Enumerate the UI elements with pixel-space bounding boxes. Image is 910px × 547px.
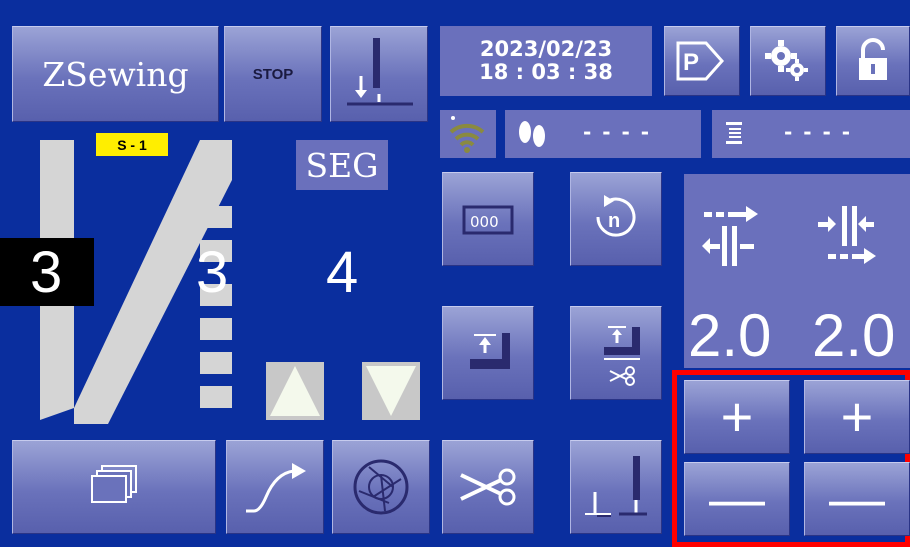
time-text: 18 : 03 : 38	[479, 60, 613, 84]
foot-icon	[519, 121, 545, 147]
feed-reverse-icon	[818, 206, 876, 264]
stitch-left-plus-button[interactable]: +	[684, 380, 790, 454]
wifi-status	[440, 110, 496, 158]
thread-count-display: - - - -	[712, 110, 910, 158]
stitch-right-value: 2.0	[812, 302, 896, 369]
lock-button[interactable]	[836, 26, 910, 96]
foot-count-text: - - - -	[583, 120, 652, 144]
scissors-button[interactable]	[442, 440, 534, 534]
stitch-right-minus-button[interactable]: —	[804, 462, 910, 536]
pages-button[interactable]	[12, 440, 216, 534]
plus-label: +	[840, 385, 874, 448]
trim-lift-button[interactable]	[570, 306, 662, 400]
counter-icon: 000	[462, 205, 514, 235]
settings-button[interactable]	[750, 26, 826, 96]
needle-position-button[interactable]	[330, 26, 428, 122]
seg-up-button[interactable]	[266, 362, 324, 420]
needle-icon	[585, 456, 647, 517]
thread-count-text: - - - -	[784, 120, 853, 144]
aperture-icon	[353, 459, 409, 515]
thread-icon	[726, 122, 742, 144]
needle-button[interactable]	[570, 440, 662, 534]
settings-icon	[765, 40, 808, 81]
presser-up-button[interactable]	[442, 306, 534, 400]
minus-label: —	[829, 467, 885, 530]
trim-lift-icon	[604, 326, 640, 386]
repeat-icon: n	[596, 195, 636, 237]
pages-icon	[91, 465, 137, 503]
program-icon: P	[676, 41, 725, 81]
svg-text:P: P	[683, 49, 699, 76]
seg-bar-6	[200, 386, 232, 408]
feed-forward-icon	[702, 206, 758, 266]
datetime-display: 2023/02/23 18 : 03 : 38	[440, 26, 652, 96]
needle-down-icon	[347, 38, 413, 106]
seg-bar-5	[200, 352, 232, 374]
sewing-panel: ZSewing STOP 2023/02/23 18 : 03 : 38 P -…	[0, 0, 910, 547]
date-text: 2023/02/23	[479, 37, 613, 61]
seg-bar-1	[200, 206, 232, 228]
stitch-left-value: 2.0	[688, 302, 772, 369]
seg-bar-4	[200, 318, 232, 340]
presser-up-icon	[470, 333, 510, 369]
counter-button[interactable]: 000	[442, 172, 534, 266]
triangle-down-icon	[366, 366, 416, 416]
seg-value: 4	[326, 240, 359, 305]
foot-count-display: - - - -	[505, 110, 701, 158]
wifi-icon	[449, 116, 485, 153]
svg-text:n: n	[608, 210, 620, 232]
program-button[interactable]: P	[664, 26, 740, 96]
seg-label: SEG	[296, 140, 388, 190]
scissors-icon	[460, 468, 516, 506]
minus-label: —	[709, 467, 765, 530]
triangle-up-icon	[270, 366, 320, 416]
lock-icon	[859, 38, 887, 80]
seg-down-button[interactable]	[362, 362, 420, 420]
curve-icon	[246, 463, 306, 513]
plus-label: +	[720, 385, 754, 448]
aperture-button[interactable]	[332, 440, 430, 534]
repeat-button[interactable]: n	[570, 172, 662, 266]
svg-text:000: 000	[470, 213, 499, 231]
right-value: 3	[196, 240, 229, 305]
stitch-right-plus-button[interactable]: +	[804, 380, 910, 454]
curve-button[interactable]	[226, 440, 324, 534]
left-value: 3	[30, 240, 63, 305]
stitch-left-minus-button[interactable]: —	[684, 462, 790, 536]
